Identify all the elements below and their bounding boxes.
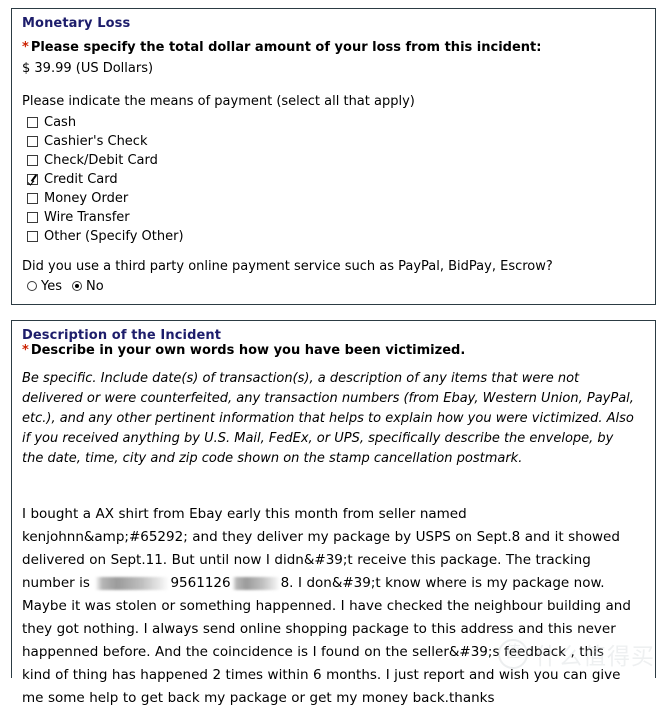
monetary-loss-panel: Monetary Loss * Please specify the total … bbox=[11, 8, 656, 305]
required-asterisk-icon: * bbox=[22, 343, 29, 358]
payment-option-label: Wire Transfer bbox=[44, 210, 130, 225]
payment-option-cashiers-check[interactable]: Cashier's Check bbox=[22, 132, 645, 151]
monetary-loss-question-text: Please specify the total dollar amount o… bbox=[30, 40, 542, 55]
incident-description-section-title: Description of the Incident bbox=[22, 328, 222, 343]
checkbox-unchecked-icon[interactable] bbox=[27, 212, 38, 223]
incident-description-content: Description of the Incident * Describe in… bbox=[12, 321, 655, 710]
loss-amount-value: $ 39.99 (US Dollars) bbox=[22, 61, 154, 76]
checkbox-unchecked-icon[interactable] bbox=[27, 231, 38, 242]
payment-option-other[interactable]: Other (Specify Other) bbox=[22, 227, 645, 246]
payment-option-cash[interactable]: Cash bbox=[22, 113, 645, 132]
radio-yes-unselected-icon[interactable] bbox=[27, 281, 37, 291]
checkbox-unchecked-icon[interactable] bbox=[27, 193, 38, 204]
checkbox-checked-icon[interactable] bbox=[27, 174, 38, 185]
payment-method-instruction: Please indicate the means of payment (se… bbox=[22, 94, 415, 109]
incident-description-instructions: Be specific. Include date(s) of transact… bbox=[22, 371, 634, 466]
monetary-loss-required-question: * Please specify the total dollar amount … bbox=[22, 40, 645, 56]
payment-option-label: Other (Specify Other) bbox=[44, 229, 184, 244]
payment-option-label: Credit Card bbox=[44, 172, 118, 187]
checkbox-unchecked-icon[interactable] bbox=[27, 136, 38, 147]
payment-option-label: Money Order bbox=[44, 191, 129, 206]
incident-description-panel: Description of the Incident * Describe in… bbox=[11, 320, 656, 706]
incident-description-required-question: * Describe in your own words how you have… bbox=[22, 343, 645, 359]
incident-description-question-text: Describe in your own words how you have … bbox=[30, 343, 466, 358]
payment-option-check-debit-card[interactable]: Check/Debit Card bbox=[22, 151, 645, 170]
radio-no-selected-icon[interactable] bbox=[72, 281, 82, 291]
payment-option-label: Check/Debit Card bbox=[44, 153, 158, 168]
third-party-radio-group: Yes No bbox=[22, 277, 645, 295]
redacted-tracking-prefix bbox=[95, 576, 170, 590]
payment-option-money-order[interactable]: Money Order bbox=[22, 189, 645, 208]
monetary-loss-section-title: Monetary Loss bbox=[22, 16, 131, 31]
narrative-tracking-number-visible: 9561126 bbox=[170, 575, 231, 591]
required-asterisk-icon: * bbox=[22, 40, 29, 55]
form-page: Monetary Loss * Please specify the total … bbox=[0, 0, 667, 706]
payment-option-label: Cash bbox=[44, 115, 77, 130]
payment-option-wire-transfer[interactable]: Wire Transfer bbox=[22, 208, 645, 227]
radio-option-label-yes: Yes bbox=[41, 278, 62, 294]
checkbox-unchecked-icon[interactable] bbox=[27, 155, 38, 166]
third-party-payment-question: Did you use a third party online payment… bbox=[22, 259, 553, 274]
payment-option-credit-card[interactable]: Credit Card bbox=[22, 170, 645, 189]
narrative-segment-after-tracking: 8. I don&#39;t know where is my package … bbox=[22, 575, 631, 706]
monetary-loss-content: Monetary Loss * Please specify the total … bbox=[12, 9, 655, 295]
payment-method-checkbox-group: Cash Cashier's Check Check/Debit Card Cr… bbox=[22, 113, 645, 246]
radio-option-label-no: No bbox=[86, 278, 104, 294]
checkbox-unchecked-icon[interactable] bbox=[27, 117, 38, 128]
payment-option-label: Cashier's Check bbox=[44, 134, 148, 149]
redacted-tracking-suffix bbox=[231, 576, 280, 590]
